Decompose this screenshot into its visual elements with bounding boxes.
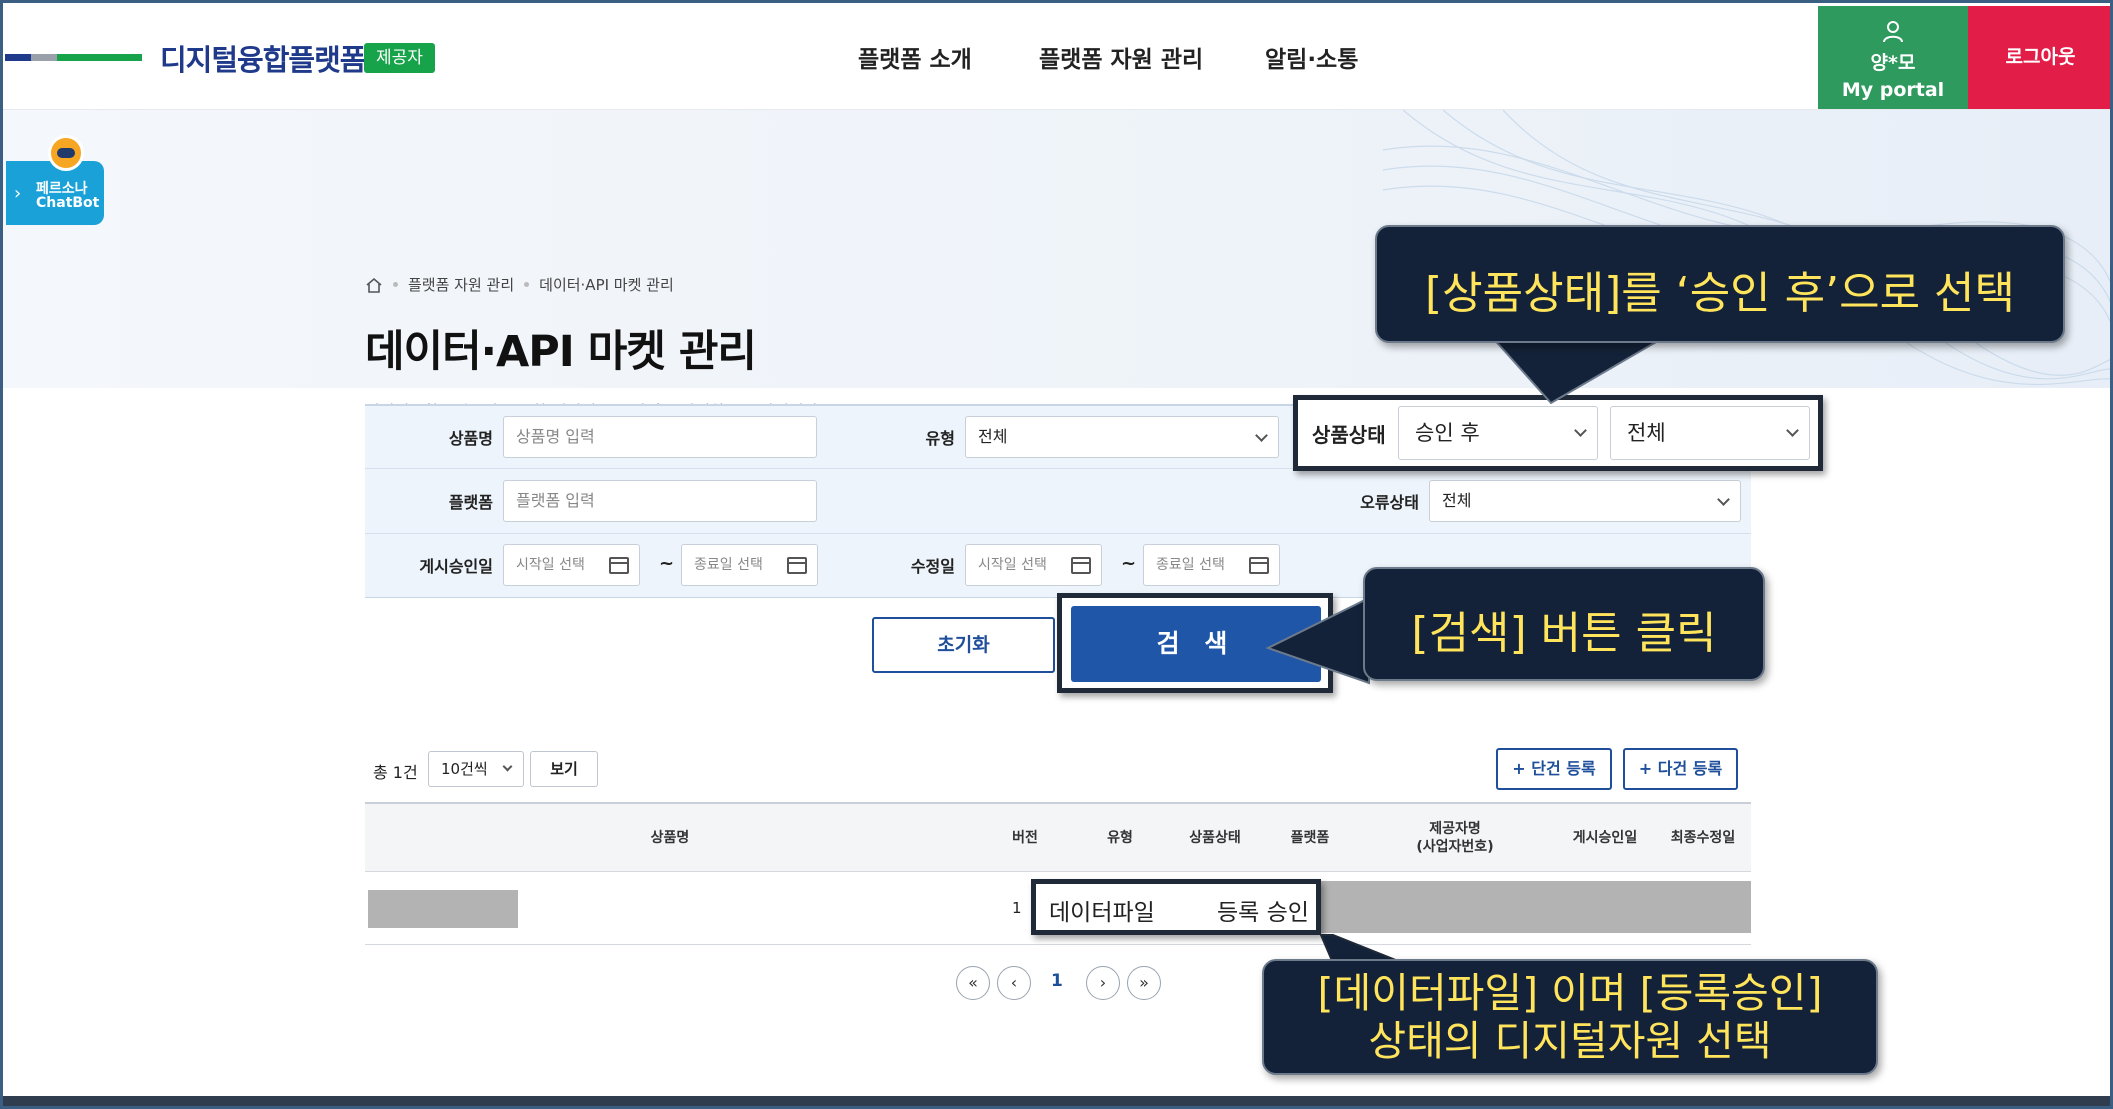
callout-search-text: [검색] 버튼 클릭 <box>1411 608 1717 659</box>
callout-status: [상품상태]를 ‘승인 후’으로 선택 <box>1375 225 2065 343</box>
callout-row-line1: [데이터파일] 이며 [등록승인] <box>1317 969 1823 1017</box>
callout-status-text: [상품상태]를 ‘승인 후’으로 선택 <box>1424 268 2016 319</box>
footer-bar <box>3 1096 2110 1106</box>
callout-pointers <box>1265 337 1667 964</box>
callout-row-line2: 상태의 디지털자원 선택 <box>1368 1017 1772 1065</box>
callout-search: [검색] 버튼 클릭 <box>1363 567 1765 681</box>
callout-row: [데이터파일] 이며 [등록승인] 상태의 디지털자원 선택 <box>1262 959 1878 1075</box>
screenshot-frame: 디지털융합플랫폼 제공자 플랫폼 소개 플랫폼 자원 관리 알림·소통 양*모 … <box>0 0 2113 1109</box>
